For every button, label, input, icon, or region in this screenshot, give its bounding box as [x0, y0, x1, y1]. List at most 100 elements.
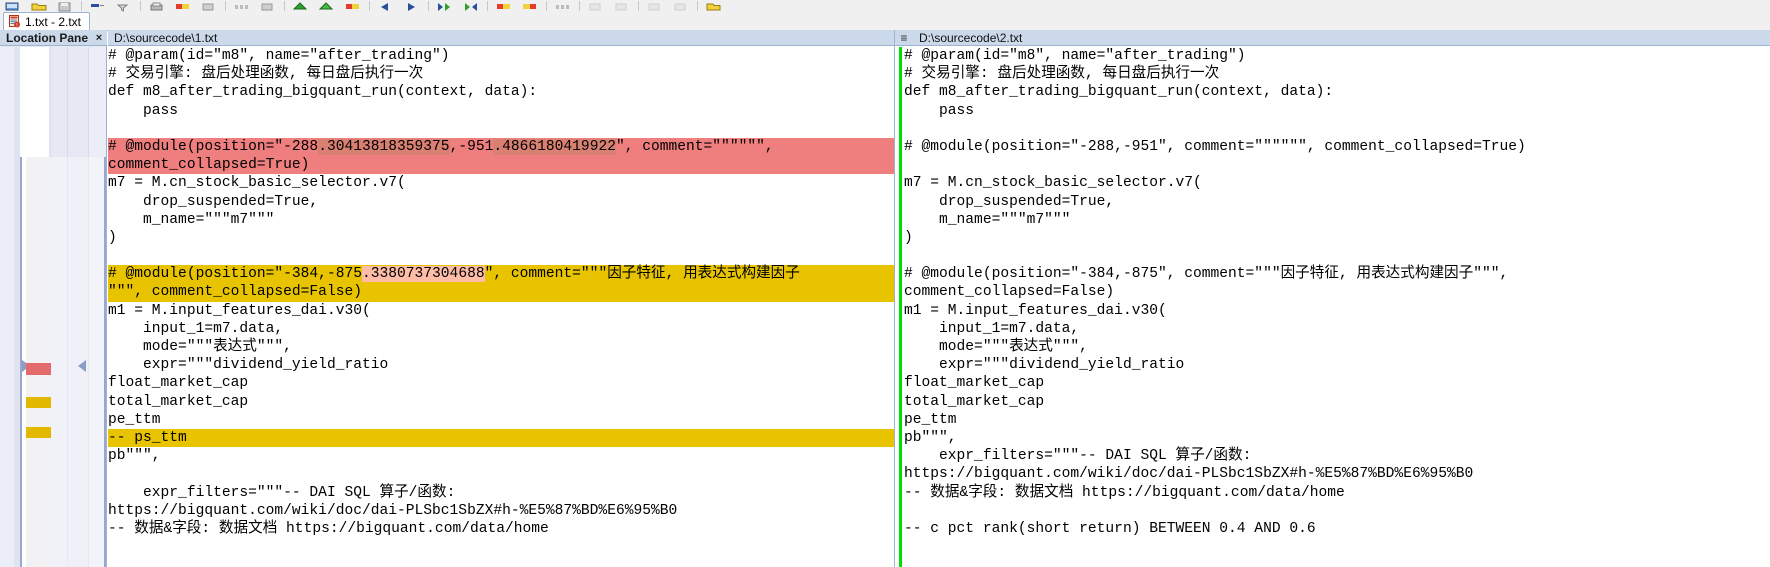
code-line[interactable]: # @param(id="m8", name="after_trading"): [904, 47, 1770, 65]
prev-diff-arrow-icon[interactable]: [373, 0, 399, 12]
code-line[interactable]: -- 数据&字段: 数据文档 https://bigquant.com/data…: [108, 520, 894, 538]
code-line[interactable]: expr_filters="""-- DAI SQL 算子/函数:: [904, 447, 1770, 465]
code-line[interactable]: expr="""dividend_yield_ratio: [904, 356, 1770, 374]
code-line[interactable]: -- c pct rank(short return) BETWEEN 0.4 …: [904, 520, 1770, 538]
code-line[interactable]: m7 = M.cn_stock_basic_selector.v7(: [108, 174, 894, 192]
right-code-area[interactable]: # @param(id="m8", name="after_trading") #…: [895, 47, 1770, 567]
close-icon[interactable]: ×: [91, 32, 107, 44]
session-icon[interactable]: [0, 0, 26, 12]
code-line[interactable]: [108, 120, 894, 138]
left-pane-header: D:\sourcecode\1.txt: [108, 30, 894, 46]
code-line[interactable]: float_market_cap: [904, 374, 1770, 392]
save-as-icon[interactable]: [701, 0, 727, 12]
code-line[interactable]: https://bigquant.com/wiki/doc/dai-PLSbc1…: [108, 502, 894, 520]
previous-section-icon[interactable]: [288, 0, 314, 12]
code-line[interactable]: pb""",: [108, 447, 894, 465]
code-line[interactable]: [108, 247, 894, 265]
viewport-right-arrow-icon[interactable]: [78, 360, 86, 372]
code-line[interactable]: drop_suspended=True,: [904, 193, 1770, 211]
code-line[interactable]: ): [904, 229, 1770, 247]
copy-right-block-icon[interactable]: [491, 0, 517, 12]
tab-text-compare[interactable]: ! 1.txt - 2.txt: [3, 12, 91, 30]
left-file-path[interactable]: D:\sourcecode\1.txt: [108, 31, 217, 45]
toolbar-separator: [225, 1, 226, 11]
open-folder-icon[interactable]: [26, 0, 52, 12]
edit-left-icon[interactable]: [583, 0, 609, 12]
left-code-area[interactable]: # @param(id="m8", name="after_trading") #…: [108, 47, 894, 567]
next-difference-icon[interactable]: [340, 0, 366, 12]
align-icon[interactable]: [229, 0, 255, 12]
code-line[interactable]: total_market_cap: [904, 393, 1770, 411]
next-diff-arrow-icon[interactable]: [399, 0, 425, 12]
copy-left-block-icon[interactable]: [517, 0, 543, 12]
code-line[interactable]: input_1=m7.data,: [108, 320, 894, 338]
diff-segment: # @module(position="-384,-875: [108, 266, 362, 283]
code-line[interactable]: def m8_after_trading_bigquant_run(contex…: [108, 83, 894, 101]
code-line[interactable]: # @module(position="-384,-875", comment=…: [904, 265, 1770, 283]
code-line[interactable]: ): [108, 229, 894, 247]
code-line[interactable]: [904, 502, 1770, 520]
code-line[interactable]: m1 = M.input_features_dai.v30(: [108, 302, 894, 320]
code-line[interactable]: drop_suspended=True,: [108, 193, 894, 211]
location-pane-body[interactable]: [0, 47, 106, 567]
code-line[interactable]: pe_ttm: [904, 411, 1770, 429]
code-line[interactable]: https://bigquant.com/wiki/doc/dai-PLSbc1…: [904, 465, 1770, 483]
redo-icon[interactable]: [668, 0, 694, 12]
code-line[interactable]: # @module(position="-288,-951", comment=…: [904, 138, 1770, 156]
code-line[interactable]: expr_filters="""-- DAI SQL 算子/函数:: [108, 484, 894, 502]
edit-right-icon[interactable]: [609, 0, 635, 12]
undo-icon[interactable]: [642, 0, 668, 12]
rules-icon[interactable]: [85, 0, 111, 12]
right-file-path[interactable]: D:\sourcecode\2.txt: [913, 31, 1022, 45]
toolbar-separator: [487, 1, 488, 11]
code-line[interactable]: [904, 247, 1770, 265]
compare-contents-icon[interactable]: [255, 0, 281, 12]
code-line-difference-yellow[interactable]: -- ps_ttm: [108, 428, 894, 448]
code-line[interactable]: expr="""dividend_yield_ratio: [108, 356, 894, 374]
show-all-icon[interactable]: [550, 0, 576, 12]
toolbar-separator: [81, 1, 82, 11]
code-line-difference-red[interactable]: # @module(position="-288.30413818359375,…: [108, 137, 894, 157]
toolbar-separator: [140, 1, 141, 11]
code-line-difference-yellow[interactable]: """, comment_collapsed=False): [108, 283, 894, 302]
code-line[interactable]: m7 = M.cn_stock_basic_selector.v7(: [904, 174, 1770, 192]
code-line[interactable]: # 交易引擎: 盘后处理函数, 每日盘后执行一次: [904, 65, 1770, 83]
code-line[interactable]: m1 = M.input_features_dai.v30(: [904, 302, 1770, 320]
code-line[interactable]: m_name="""m7""": [904, 211, 1770, 229]
filter-icon[interactable]: [111, 0, 137, 12]
code-line[interactable]: # @param(id="m8", name="after_trading"): [108, 47, 894, 65]
code-line[interactable]: total_market_cap: [108, 393, 894, 411]
code-line[interactable]: pass: [904, 102, 1770, 120]
code-line[interactable]: [904, 156, 1770, 174]
code-line-difference-yellow[interactable]: # @module(position="-384,-875.3380737304…: [108, 265, 894, 284]
code-line[interactable]: mode="""表达式""",: [904, 338, 1770, 356]
code-line[interactable]: m_name="""m7""": [108, 211, 894, 229]
copy-to-left-icon[interactable]: [458, 0, 484, 12]
code-line[interactable]: float_market_cap: [108, 374, 894, 392]
menu-icon[interactable]: ≡: [895, 31, 913, 45]
copy-left-icon[interactable]: [170, 0, 196, 12]
next-section-icon[interactable]: [314, 0, 340, 12]
code-line[interactable]: [904, 120, 1770, 138]
difference-marker-red[interactable]: [26, 363, 51, 375]
difference-marker-yellow-1[interactable]: [26, 397, 51, 408]
code-line[interactable]: pb""",: [904, 429, 1770, 447]
code-line[interactable]: def m8_after_trading_bigquant_run(contex…: [904, 83, 1770, 101]
diff-segment: comment_collapsed=True): [108, 157, 310, 174]
code-line[interactable]: -- 数据&字段: 数据文档 https://bigquant.com/data…: [904, 484, 1770, 502]
diff-segment: ", comment="""""",: [615, 138, 774, 155]
code-line[interactable]: [108, 465, 894, 483]
swap-icon[interactable]: [196, 0, 222, 12]
code-line[interactable]: mode="""表达式""",: [108, 338, 894, 356]
code-line[interactable]: comment_collapsed=False): [904, 283, 1770, 301]
print-icon[interactable]: [144, 0, 170, 12]
code-line[interactable]: # 交易引擎: 盘后处理函数, 每日盘后执行一次: [108, 65, 894, 83]
code-line-difference-red[interactable]: comment_collapsed=True): [108, 156, 894, 175]
save-icon[interactable]: [52, 0, 78, 12]
difference-marker-yellow-2[interactable]: [26, 427, 51, 438]
code-line[interactable]: input_1=m7.data,: [904, 320, 1770, 338]
code-line[interactable]: pass: [108, 102, 894, 120]
beyond-compare-window: ! 1.txt - 2.txt Location Pane × D:\sourc…: [0, 0, 1770, 567]
copy-to-right-icon[interactable]: [432, 0, 458, 12]
code-line[interactable]: pe_ttm: [108, 411, 894, 429]
